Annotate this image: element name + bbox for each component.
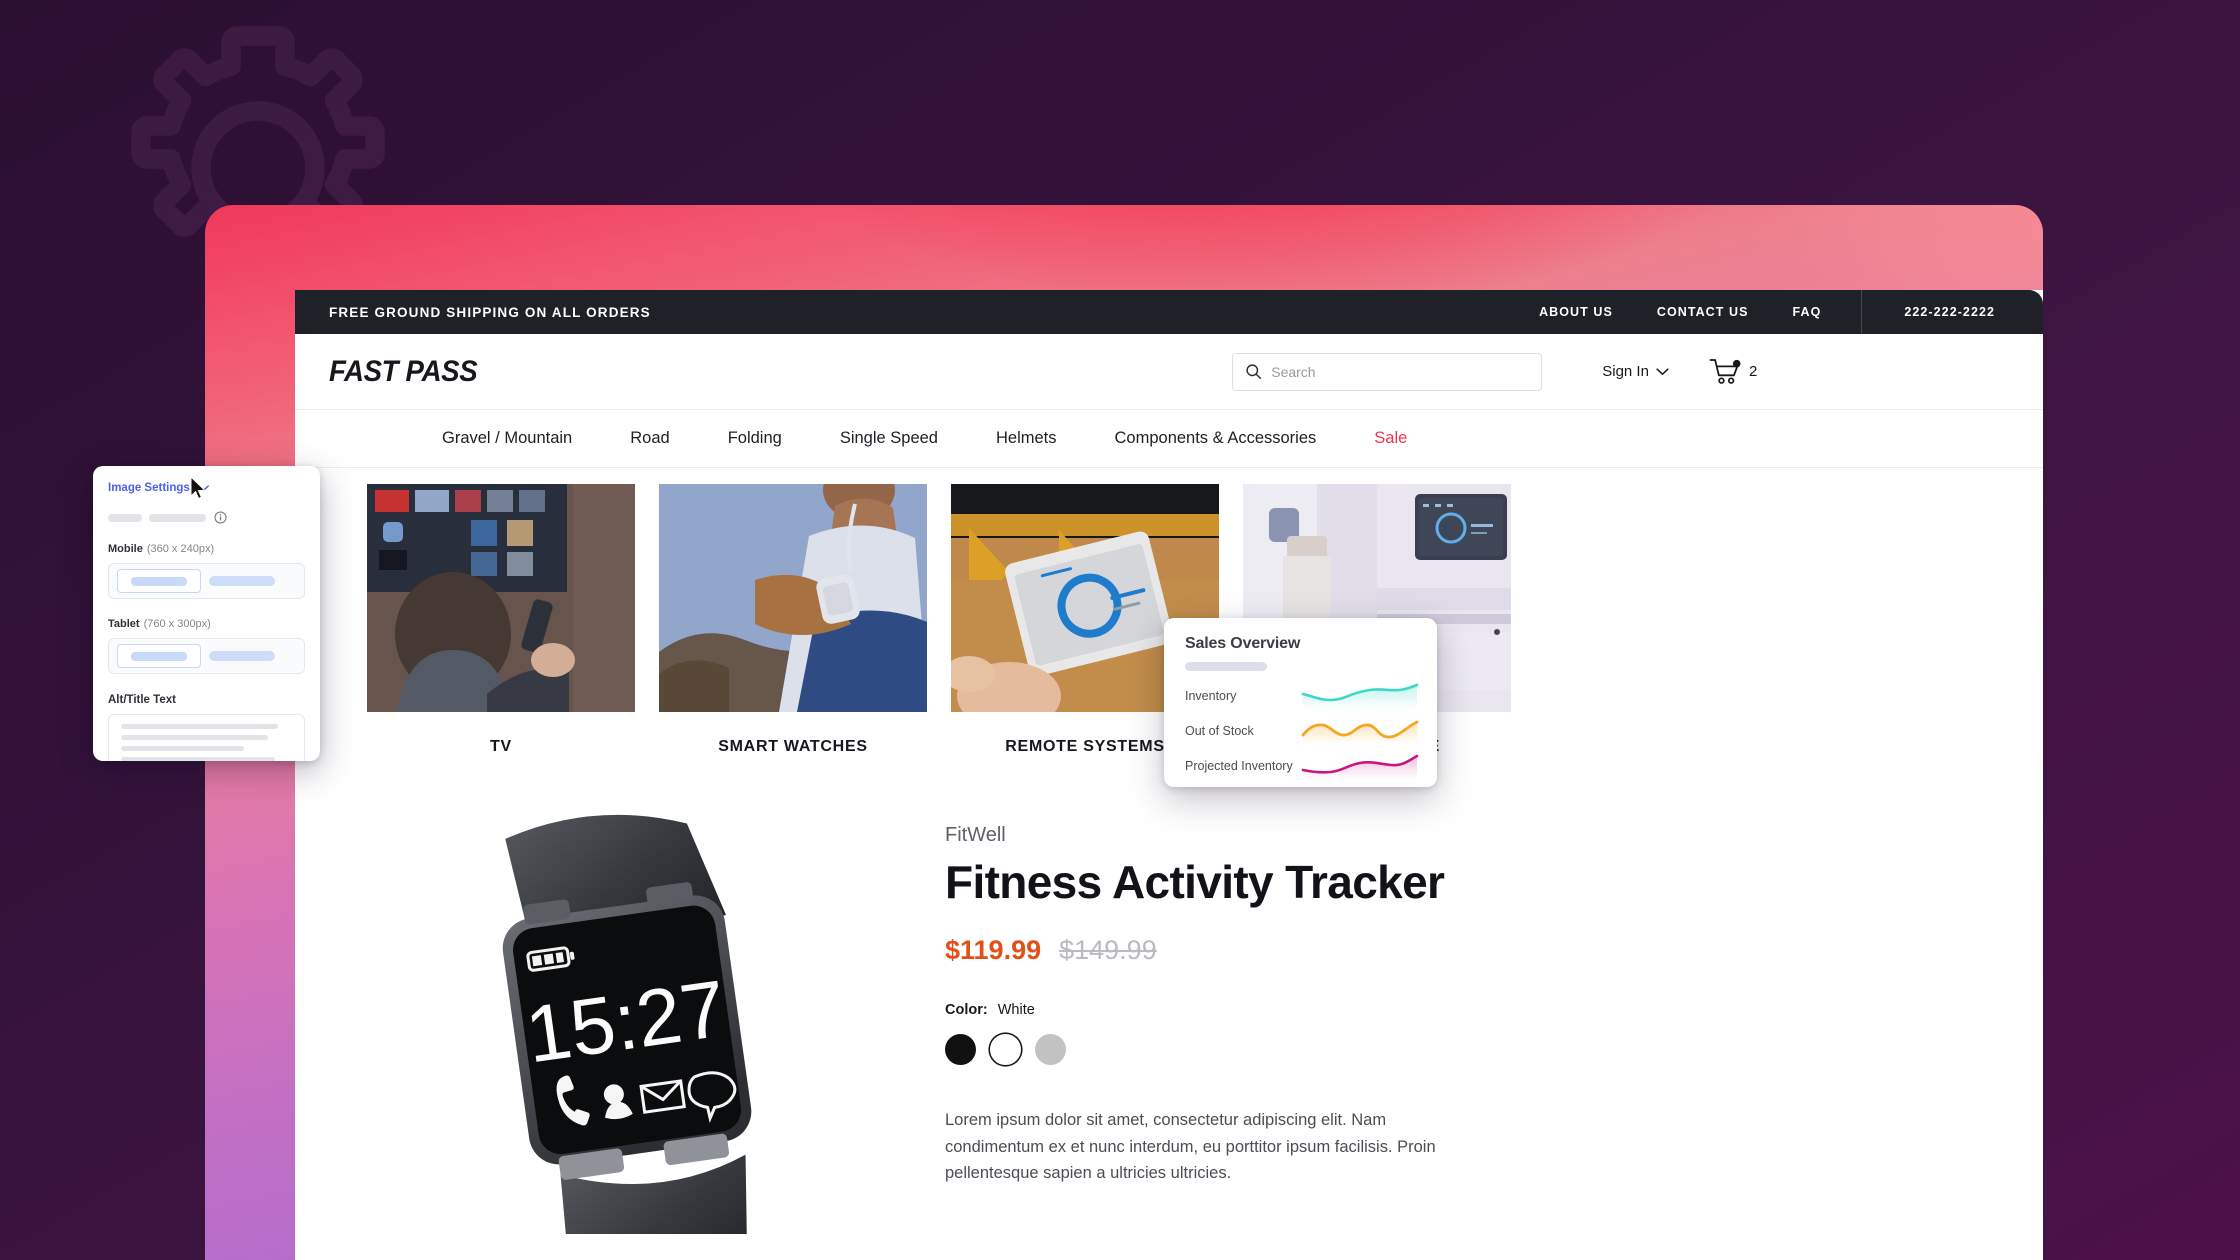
metric-label-out-of-stock: Out of Stock xyxy=(1185,723,1254,738)
backdrop: FREE GROUND SHIPPING ON ALL ORDERS ABOUT… xyxy=(0,0,2240,1260)
category-image-tv xyxy=(367,484,635,712)
alt-title-text-input[interactable] xyxy=(108,714,305,761)
info-circle-icon[interactable] xyxy=(214,511,227,524)
sign-in-label: Sign In xyxy=(1602,363,1649,380)
link-contact-us[interactable]: CONTACT US xyxy=(1635,290,1771,334)
link-about-us[interactable]: ABOUT US xyxy=(1517,290,1635,334)
product-image[interactable]: 15:27 xyxy=(367,814,887,1260)
product-description: Lorem ipsum dolor sit amet, consectetur … xyxy=(945,1111,1436,1183)
category-label-smart-watches: SMART WATCHES xyxy=(718,738,868,755)
shopping-cart-icon xyxy=(1709,359,1741,384)
image-settings-title: Image Settings xyxy=(108,482,190,494)
alt-ghost-line xyxy=(121,735,269,740)
sales-overview-subtitle-ghost xyxy=(1185,662,1267,671)
mobile-label-text: Mobile xyxy=(108,543,143,555)
color-label-row: Color: White xyxy=(945,1002,1645,1018)
image-settings-ghost-row xyxy=(108,511,305,524)
tablet-field-label: Tablet (760 x 300px) xyxy=(108,618,305,630)
product-info: FitWell Fitness Activity Tracker $119.99… xyxy=(945,814,1645,1234)
chevron-down-icon xyxy=(1656,367,1669,375)
category-tile-tv[interactable]: TV xyxy=(367,484,635,756)
color-label: Color: xyxy=(945,1002,988,1018)
nav-item-road[interactable]: Road xyxy=(601,429,698,448)
tablet-dimensions: (760 x 300px) xyxy=(143,618,211,630)
product-title: Fitness Activity Tracker xyxy=(945,856,1445,908)
ghost-bar-long xyxy=(149,513,206,522)
browser-device-frame: FREE GROUND SHIPPING ON ALL ORDERS ABOUT… xyxy=(205,205,2043,1260)
alt-title-text-label: Alt/Title Text xyxy=(108,694,176,706)
link-faq[interactable]: FAQ xyxy=(1771,290,1844,334)
cart-count: 2 xyxy=(1748,363,1758,380)
color-value: White xyxy=(997,1002,1035,1018)
alt-ghost-line xyxy=(121,746,245,751)
price-row: $119.99 $149.99 xyxy=(945,935,1645,966)
mobile-filename-ghost xyxy=(209,576,275,586)
image-settings-panel[interactable]: Image Settings Mobile (360 x 240px) Table… xyxy=(93,466,320,761)
alt-ghost-line xyxy=(121,724,279,729)
sparkline-inventory xyxy=(1301,683,1419,709)
alt-ghost-line xyxy=(121,757,275,761)
category-label-tv: TV xyxy=(490,738,512,755)
sparkline-out-of-stock xyxy=(1301,720,1419,744)
nav-item-sale[interactable]: Sale xyxy=(1345,429,1436,448)
metric-label-projected-inventory: Projected Inventory xyxy=(1185,758,1293,773)
sparkline-projected-inventory xyxy=(1301,754,1419,779)
price-original: $149.99 xyxy=(1059,935,1157,965)
metric-row-projected-inventory[interactable]: Projected Inventory xyxy=(1185,754,1419,779)
category-tile-smart-watches[interactable]: SMART WATCHES xyxy=(659,484,927,756)
ghost-bar-short xyxy=(108,513,142,522)
nav-item-helmets[interactable]: Helmets xyxy=(967,429,1086,448)
swatch-black[interactable] xyxy=(945,1034,976,1065)
mobile-field-label: Mobile (360 x 240px) xyxy=(108,543,305,555)
nav-item-folding[interactable]: Folding xyxy=(699,429,811,448)
tablet-upload-zone[interactable] xyxy=(108,638,305,674)
product-section: 15:27 FitWell Fitness Activity Tracker $… xyxy=(295,756,2043,1260)
mobile-upload-zone[interactable] xyxy=(108,563,305,599)
mobile-dimensions: (360 x 240px) xyxy=(146,543,215,555)
sales-overview-title: Sales Overview xyxy=(1185,635,1301,652)
phone-number[interactable]: 222-222-2222 xyxy=(1861,290,2043,334)
swatch-gray[interactable] xyxy=(1035,1034,1066,1065)
tablet-filename-ghost xyxy=(209,651,275,661)
search-icon xyxy=(1246,364,1262,380)
tablet-label-text: Tablet xyxy=(108,618,140,630)
metric-label-inventory: Inventory xyxy=(1185,688,1237,703)
main-navigation: Gravel / Mountain Road Folding Single Sp… xyxy=(295,410,2043,468)
mobile-upload-button[interactable] xyxy=(117,569,201,593)
metric-row-out-of-stock[interactable]: Out of Stock xyxy=(1185,720,1419,744)
sales-overview-panel[interactable]: Sales Overview Inventory Out of Stock Pr… xyxy=(1164,618,1437,787)
nav-item-gravel-mountain[interactable]: Gravel / Mountain xyxy=(413,429,601,448)
category-image-smart-watches xyxy=(659,484,927,712)
search-box[interactable] xyxy=(1232,352,1543,391)
tablet-upload-button[interactable] xyxy=(117,644,201,668)
color-swatches xyxy=(945,1034,1645,1065)
swatch-white[interactable] xyxy=(990,1034,1021,1065)
search-input[interactable] xyxy=(1271,363,1502,380)
mouse-pointer xyxy=(190,476,206,500)
announcement-bar: FREE GROUND SHIPPING ON ALL ORDERS ABOUT… xyxy=(295,290,2043,334)
product-brand: FitWell xyxy=(945,824,1006,846)
site-header: FAST PASS Sign In xyxy=(295,334,2043,410)
shipping-message: FREE GROUND SHIPPING ON ALL ORDERS xyxy=(329,304,651,320)
sign-in-menu[interactable]: Sign In xyxy=(1602,363,1669,380)
price-current: $119.99 xyxy=(945,935,1042,965)
utility-links: ABOUT US CONTACT US FAQ 222-222-2222 xyxy=(1517,290,2043,334)
cart-button[interactable]: 2 xyxy=(1709,358,1757,385)
metric-row-inventory[interactable]: Inventory xyxy=(1185,683,1419,709)
site-logo[interactable]: FAST PASS xyxy=(329,355,478,389)
nav-item-components-accessories[interactable]: Components & Accessories xyxy=(1086,429,1346,448)
nav-item-single-speed[interactable]: Single Speed xyxy=(811,429,967,448)
